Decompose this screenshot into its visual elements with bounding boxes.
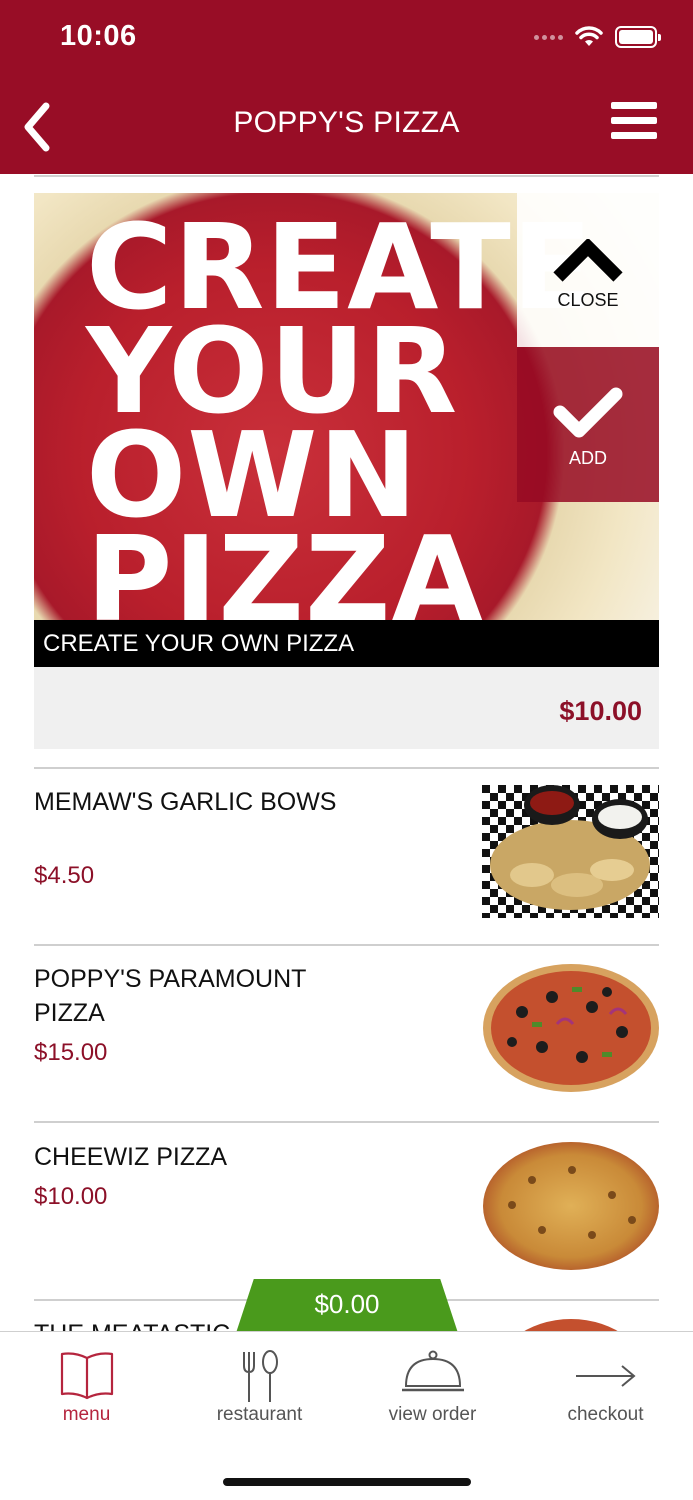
- item-name: CHEEWIZ PIZZA: [34, 1143, 228, 1171]
- featured-item-card[interactable]: CREATE YOUR OWN PIZZA CLOSE ADD CREATE Y…: [34, 193, 659, 749]
- wifi-icon: [575, 26, 603, 46]
- home-indicator: [223, 1478, 471, 1486]
- tab-label: menu: [62, 1404, 111, 1425]
- book-icon: [60, 1352, 113, 1400]
- item-price: $10.00: [34, 1183, 108, 1210]
- chevron-up-icon: [553, 239, 623, 282]
- close-label: CLOSE: [557, 290, 619, 310]
- close-button[interactable]: CLOSE: [517, 193, 659, 347]
- tab-label: view order: [388, 1404, 477, 1425]
- cart-total-button[interactable]: $0.00: [236, 1279, 458, 1333]
- status-time: 10:06: [60, 20, 137, 52]
- divider: [34, 944, 659, 946]
- tab-label: restaurant: [216, 1404, 303, 1425]
- featured-item-name: CREATE YOUR OWN PIZZA: [34, 620, 659, 667]
- tab-checkout[interactable]: checkout: [519, 1332, 692, 1432]
- cloche-icon: [401, 1350, 464, 1392]
- featured-item-image: CREATE YOUR OWN PIZZA CLOSE ADD: [34, 193, 659, 620]
- tab-menu[interactable]: menu: [0, 1332, 173, 1432]
- page-title: POPPY'S PIZZA: [233, 106, 460, 139]
- item-price: $4.50: [34, 862, 95, 889]
- fork-spoon-icon: [242, 1350, 278, 1402]
- item-image: [482, 785, 659, 918]
- tab-view-order[interactable]: view order: [346, 1332, 519, 1432]
- divider: [34, 767, 659, 769]
- item-name: POPPY'S PARAMOUNT PIZZA: [34, 965, 306, 1027]
- item-price: $15.00: [34, 1039, 108, 1066]
- add-button[interactable]: ADD: [517, 347, 659, 502]
- tab-bar: menu restaurant view order checkout: [0, 1331, 693, 1500]
- tab-label: checkout: [567, 1404, 644, 1425]
- featured-item-price: $10.00: [559, 696, 642, 726]
- checkmark-icon: [553, 387, 623, 438]
- status-icons: [534, 26, 661, 48]
- cart-total: $0.00: [314, 1289, 380, 1319]
- app-header: 10:06 POPPY'S PIZZA: [0, 0, 693, 174]
- item-image: [482, 1140, 659, 1273]
- item-image: [482, 962, 659, 1095]
- add-label: ADD: [568, 448, 607, 468]
- tab-restaurant[interactable]: restaurant: [173, 1332, 346, 1432]
- arrow-right-icon: [575, 1365, 636, 1387]
- battery-icon: [615, 26, 661, 48]
- item-name: MEMAW'S GARLIC BOWS: [34, 788, 337, 816]
- signal-icon: [534, 34, 563, 40]
- divider: [34, 1121, 659, 1123]
- hamburger-menu-button[interactable]: [611, 102, 657, 144]
- divider: [34, 175, 659, 177]
